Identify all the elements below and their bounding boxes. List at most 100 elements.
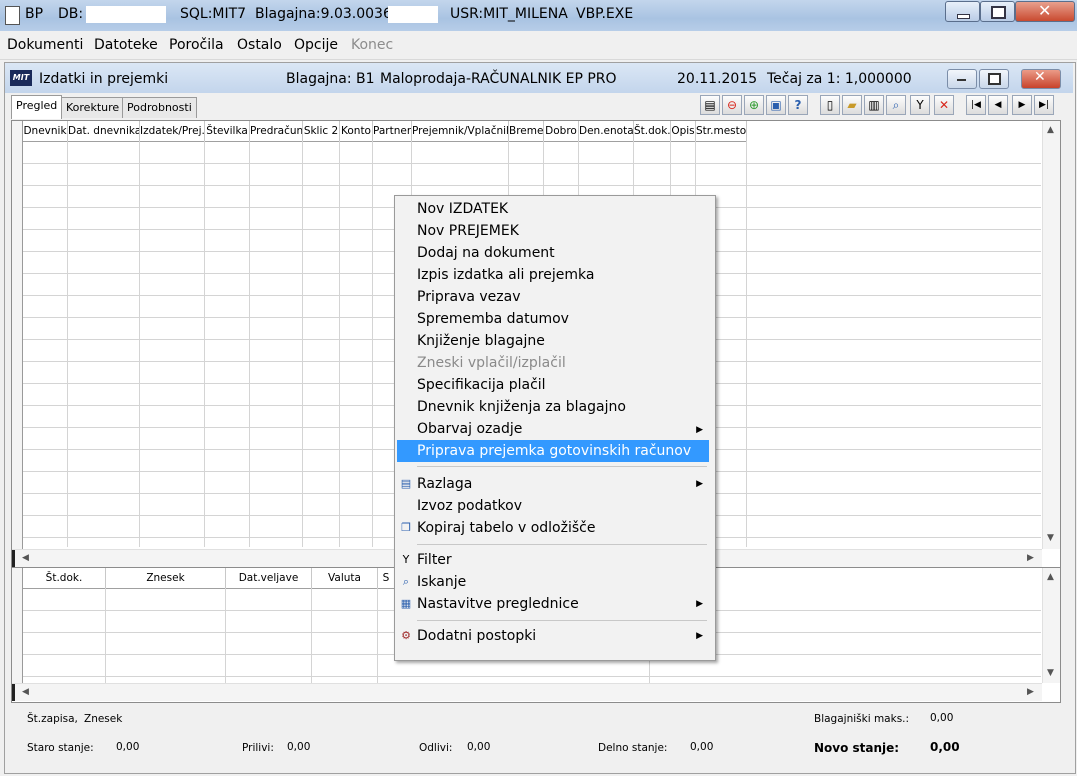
col-st-dok[interactable]: Št.dok. bbox=[23, 568, 106, 589]
scroll-down-icon[interactable]: ▼ bbox=[1047, 668, 1054, 678]
scroll-up-icon[interactable]: ▲ bbox=[1047, 572, 1054, 582]
menu-item-knjizenje-blagajne[interactable]: Knjiženje blagajne bbox=[417, 330, 545, 352]
col-dat-veljave[interactable]: Dat.veljave bbox=[226, 568, 312, 589]
restore-icon bbox=[988, 73, 1001, 85]
open-icon[interactable]: ▰ bbox=[842, 95, 862, 115]
scroll-right-icon[interactable]: ▶ bbox=[1027, 687, 1034, 697]
grid-line bbox=[139, 141, 140, 547]
restore-button[interactable] bbox=[980, 1, 1015, 22]
first-icon[interactable]: |◀ bbox=[966, 95, 986, 115]
col-sklic-2[interactable]: Sklic 2 bbox=[303, 121, 340, 142]
delete-icon[interactable]: ⊖ bbox=[722, 95, 742, 115]
cancel-icon[interactable]: ✕ bbox=[934, 95, 954, 115]
grid-line bbox=[377, 588, 378, 683]
scroll-down-icon[interactable]: ▼ bbox=[1047, 533, 1054, 543]
scroll-left-icon[interactable]: ◀ bbox=[22, 687, 29, 697]
col-predracun[interactable]: Predračun bbox=[250, 121, 303, 142]
minimize-button[interactable] bbox=[945, 1, 980, 22]
print-preview-icon[interactable]: ▣ bbox=[766, 95, 786, 115]
col-s[interactable]: S bbox=[378, 568, 395, 589]
inner-title: Izdatki in prejemki bbox=[39, 71, 169, 87]
print-icon[interactable]: ▥ bbox=[864, 95, 884, 115]
menu-item-dodatni-postopki[interactable]: Dodatni postopki bbox=[417, 625, 536, 647]
grid-line bbox=[311, 588, 312, 683]
inner-minimize-button[interactable] bbox=[947, 69, 977, 89]
filter-icon[interactable]: Y bbox=[910, 95, 930, 115]
st-zapisa-label: Št.zapisa, bbox=[27, 713, 78, 725]
add-icon[interactable]: ⊕ bbox=[744, 95, 764, 115]
last-icon[interactable]: ▶| bbox=[1034, 95, 1054, 115]
col-st-dok[interactable]: Št.dok. bbox=[634, 121, 671, 142]
mit-logo: MIT bbox=[10, 70, 32, 86]
prev-icon[interactable]: ◀ bbox=[988, 95, 1008, 115]
user-label: USR:MIT_MILENA bbox=[450, 6, 568, 22]
novo-stanje-label: Novo stanje: bbox=[814, 741, 900, 755]
menu-item-izvoz-podatkov[interactable]: Izvoz podatkov bbox=[417, 495, 522, 517]
inner-restore-button[interactable] bbox=[979, 69, 1009, 89]
grid-bottom-hscroll[interactable]: ◀ ▶ bbox=[12, 683, 1042, 701]
find-icon[interactable]: ⌕ bbox=[886, 95, 906, 115]
next-icon[interactable]: ▶ bbox=[1012, 95, 1032, 115]
inner-close-button[interactable]: ✕ bbox=[1021, 69, 1061, 89]
col-znesek[interactable]: Znesek bbox=[106, 568, 226, 589]
menu-item-dodaj-na-dokument[interactable]: Dodaj na dokument bbox=[417, 242, 555, 264]
redacted-server bbox=[388, 6, 438, 23]
page-icon[interactable]: ▤ bbox=[700, 95, 720, 115]
menu-item-priprava-prejemka[interactable]: Priprava prejemka gotovinskih računov bbox=[397, 440, 709, 462]
scroll-left-icon[interactable]: ◀ bbox=[22, 553, 29, 563]
help-icon[interactable]: ? bbox=[788, 95, 808, 115]
menu-item-priprava-vezav[interactable]: Priprava vezav bbox=[417, 286, 521, 308]
col-den-enota[interactable]: Den.enota bbox=[579, 121, 634, 142]
col-valuta[interactable]: Valuta bbox=[312, 568, 378, 589]
menu-item-nastavitve-preglednice[interactable]: Nastavitve preglednice bbox=[417, 593, 579, 615]
menu-separator bbox=[417, 620, 707, 621]
col-partner[interactable]: Partner bbox=[373, 121, 412, 142]
menu-konec[interactable]: Konec bbox=[351, 37, 393, 53]
menu-item-specifikacija-placil[interactable]: Specifikacija plačil bbox=[417, 374, 546, 396]
col-dobro[interactable]: Dobro bbox=[544, 121, 579, 142]
menu-item-zneski-vplacil: Zneski vplačil/izplačil bbox=[417, 355, 566, 371]
menu-dokumenti[interactable]: Dokumenti bbox=[7, 37, 83, 53]
tab-pregled[interactable]: Pregled bbox=[11, 95, 63, 119]
col-dnevnik[interactable]: Dnevnik bbox=[23, 121, 68, 142]
col-stevilka[interactable]: Številka bbox=[205, 121, 250, 142]
menu-item-obarvaj-ozadje[interactable]: Obarvaj ozadje bbox=[417, 418, 522, 440]
scroll-right-icon[interactable]: ▶ bbox=[1027, 553, 1034, 563]
grid-top-vscroll[interactable]: ▲ ▼ bbox=[1042, 121, 1060, 549]
col-dat-dnevnika[interactable]: Dat. dnevnika bbox=[68, 121, 140, 142]
tecaj-label: Tečaj za 1: 1,000000 bbox=[767, 71, 912, 87]
minimize-icon bbox=[957, 14, 970, 19]
tab-korekture[interactable]: Korekture bbox=[61, 97, 125, 118]
scroll-up-icon[interactable]: ▲ bbox=[1047, 125, 1054, 135]
grid-line bbox=[302, 141, 303, 547]
new-icon[interactable]: ▯ bbox=[820, 95, 840, 115]
filter-icon: Y bbox=[402, 553, 410, 566]
znesek-label: Znesek bbox=[84, 713, 123, 725]
menu-datoteke[interactable]: Datoteke bbox=[94, 37, 158, 53]
staro-stanje-label: Staro stanje: bbox=[27, 742, 94, 754]
menu-item-izpis[interactable]: Izpis izdatka ali prejemka bbox=[417, 264, 594, 286]
col-prejemnik-vplacnik[interactable]: Prejemnik/Vplačnik bbox=[412, 121, 509, 142]
col-izdatek-prej[interactable]: Izdatek/Prej. bbox=[140, 121, 205, 142]
col-breme[interactable]: Breme bbox=[509, 121, 544, 142]
menu-item-nov-prejemek[interactable]: Nov PREJEMEK bbox=[417, 220, 519, 242]
menu-item-dnevnik-knjizenja[interactable]: Dnevnik knjiženja za blagajno bbox=[417, 396, 626, 418]
menu-item-filter[interactable]: Filter bbox=[417, 549, 452, 571]
menu-bar: Dokumenti Datoteke Poročila Ostalo Opcij… bbox=[0, 31, 1077, 60]
col-opis[interactable]: Opis bbox=[671, 121, 696, 142]
menu-ostalo[interactable]: Ostalo bbox=[237, 37, 282, 53]
grid-bottom-vscroll[interactable]: ▲ ▼ bbox=[1042, 568, 1060, 683]
grid-line bbox=[67, 141, 68, 547]
col-konto[interactable]: Konto bbox=[340, 121, 373, 142]
close-button[interactable]: ✕ bbox=[1015, 1, 1075, 22]
col-str-mesto[interactable]: Str.mesto bbox=[696, 121, 747, 142]
tab-podrobnosti[interactable]: Podrobnosti bbox=[122, 97, 197, 118]
menu-item-iskanje[interactable]: Iskanje bbox=[417, 571, 466, 593]
menu-item-razlaga[interactable]: Razlaga bbox=[417, 473, 472, 495]
menu-porocila[interactable]: Poročila bbox=[169, 37, 224, 53]
menu-item-sprememba-datumov[interactable]: Sprememba datumov bbox=[417, 308, 569, 330]
razlaga-icon: ▤ bbox=[400, 477, 412, 490]
menu-item-nov-izdatek[interactable]: Nov IZDATEK bbox=[417, 198, 508, 220]
menu-item-kopiraj-tabelo[interactable]: Kopiraj tabelo v odložišče bbox=[417, 517, 595, 539]
menu-opcije[interactable]: Opcije bbox=[294, 37, 338, 53]
